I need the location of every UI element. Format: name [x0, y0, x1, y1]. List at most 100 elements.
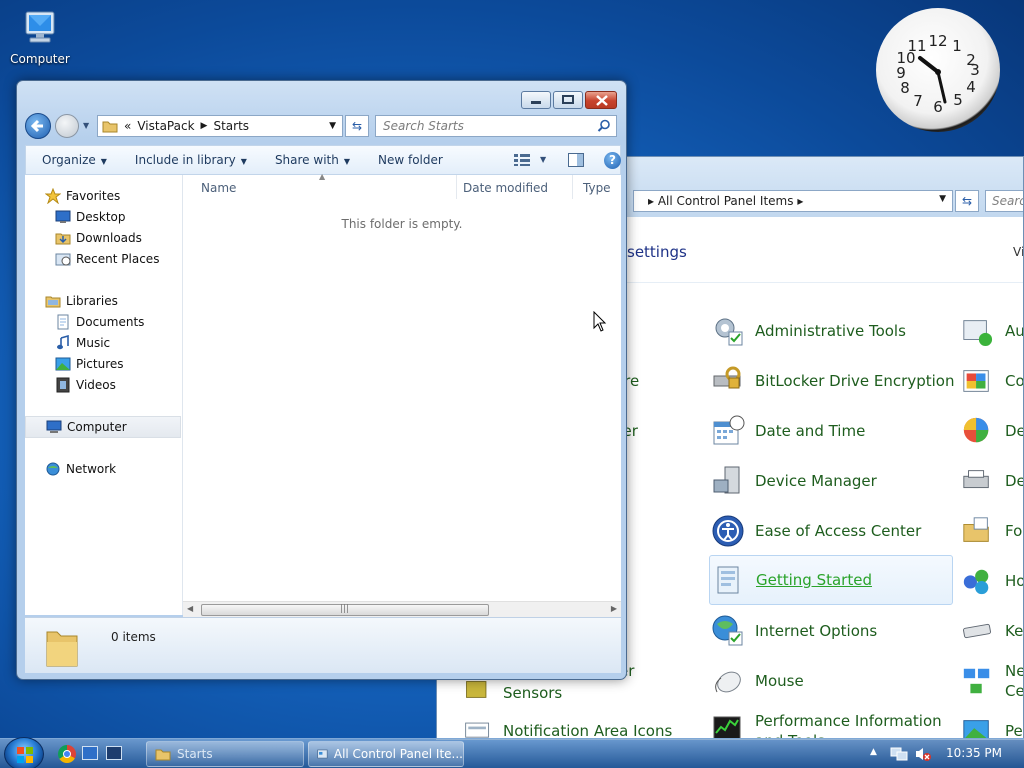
start-button[interactable] [4, 737, 44, 768]
cp-breadcrumb[interactable]: All Control Panel Items [658, 194, 794, 208]
refresh-button[interactable]: ⇆ [345, 115, 369, 137]
cp-item-homegroup[interactable]: Ho [961, 561, 1023, 601]
organize-button[interactable]: Organize ▼ [26, 153, 121, 167]
cp-item-network-center[interactable]: Ne Ce [961, 661, 1023, 701]
horizontal-scrollbar[interactable]: ◀ ||| ▶ [183, 601, 621, 617]
sensors-icon [466, 681, 487, 698]
cp-item-default-programs[interactable]: De [961, 411, 1023, 451]
desktop-computer-label: Computer [10, 52, 70, 66]
search-icon [597, 119, 610, 132]
back-button[interactable] [25, 113, 51, 139]
mouse-icon [715, 671, 741, 693]
preview-pane-button[interactable] [568, 153, 584, 170]
cp-page-title: settings [627, 243, 687, 261]
views-button[interactable] [514, 154, 530, 169]
column-header-name[interactable]: Name ▲ [191, 172, 457, 199]
share-with-button[interactable]: Share with ▼ [261, 153, 364, 167]
calendar-clock-icon [713, 415, 745, 445]
close-button[interactable] [585, 91, 617, 109]
volume-muted-icon[interactable] [914, 746, 932, 762]
nav-computer[interactable]: Computer [25, 416, 181, 438]
cp-item-color-management[interactable]: Co [961, 361, 1023, 401]
recent-places-icon [55, 253, 71, 266]
notification-icon [465, 722, 490, 738]
nav-network[interactable]: Network [45, 459, 116, 479]
folder-options-icon [963, 517, 989, 542]
new-folder-button[interactable]: New folder [364, 153, 457, 167]
tray-expand-icon[interactable]: ▲ [870, 747, 877, 757]
scrollbar-thumb[interactable]: ||| [201, 604, 489, 616]
back-arrow-icon [30, 119, 43, 133]
clock-gadget[interactable]: 12 1 2 3 4 5 6 7 8 9 10 11 [876, 8, 1000, 132]
taskbar-item-control-panel[interactable]: All Control Panel Ite... [308, 741, 464, 767]
nav-libraries[interactable]: Libraries [45, 291, 118, 311]
column-header-date[interactable]: Date modified [453, 175, 573, 199]
column-header-type[interactable]: Type [573, 175, 621, 199]
breadcrumb-overflow[interactable]: « [124, 119, 131, 133]
control-panel-address-bar[interactable]: ▸ All Control Panel Items ▸ ▼ [633, 190, 953, 212]
cp-refresh-button[interactable]: ⇆ [955, 190, 979, 212]
breadcrumb-vistapack[interactable]: VistaPack [137, 119, 194, 133]
autoplay-icon [963, 320, 993, 347]
cp-item-autoplay[interactable]: Au [961, 311, 1023, 351]
cp-item-devices-printers[interactable]: De [961, 461, 1023, 501]
help-icon[interactable]: ? [604, 152, 621, 169]
chrome-icon[interactable] [58, 745, 76, 763]
search-input[interactable]: Search Starts [375, 115, 617, 137]
computer-icon [20, 8, 60, 48]
clock-number: 7 [913, 92, 923, 110]
ease-of-access-icon [712, 515, 744, 547]
cp-address-dropdown-icon[interactable]: ▼ [939, 194, 946, 204]
cp-item-bitlocker[interactable]: BitLocker Drive Encryption [711, 361, 954, 401]
nav-favorites[interactable]: Favorites [45, 186, 120, 206]
nav-music[interactable]: Music [55, 333, 110, 353]
nav-recent-places[interactable]: Recent Places [55, 249, 159, 269]
cp-item-mouse[interactable]: Mouse [711, 661, 804, 701]
file-list[interactable]: Name ▲ Date modified Type This folder is… [183, 172, 621, 601]
default-programs-icon [963, 417, 989, 443]
scroll-right-icon[interactable]: ▶ [611, 604, 617, 613]
cp-item-internet-options[interactable]: Internet Options [711, 611, 877, 651]
nav-downloads[interactable]: Downloads [55, 228, 142, 248]
cp-search-input[interactable]: Searc [985, 190, 1023, 212]
cp-item-date-and-time[interactable]: Date and Time [711, 411, 865, 451]
tray-clock[interactable]: 10:35 PM [946, 746, 1002, 760]
item-count: 0 items [111, 630, 156, 644]
desktop-computer-icon[interactable]: Computer [6, 8, 74, 66]
scroll-left-icon[interactable]: ◀ [187, 604, 193, 613]
views-dropdown-icon[interactable]: ▼ [540, 155, 546, 164]
cp-item-device-manager[interactable]: Device Manager [711, 461, 877, 501]
network-tray-icon[interactable] [890, 746, 908, 762]
cp-breadcrumb-arrow-icon[interactable]: ▸ [797, 194, 803, 208]
cp-item-performance[interactable]: Performance Information and Tools [711, 711, 942, 739]
include-in-library-button[interactable]: Include in library ▼ [121, 153, 261, 167]
cp-item-ease-of-access[interactable]: Ease of Access Center [711, 511, 921, 551]
cp-item-getting-started[interactable]: Getting Started [709, 555, 953, 605]
explorer-window[interactable]: ▼ « VistaPack ▶ Starts ▼ ⇆ Search Starts… [16, 80, 627, 680]
address-bar[interactable]: « VistaPack ▶ Starts ▼ [97, 115, 343, 137]
switch-windows-icon[interactable] [106, 746, 122, 760]
show-desktop-icon[interactable] [82, 746, 98, 760]
taskbar-item-starts[interactable]: Starts [146, 741, 304, 767]
forward-button[interactable] [55, 114, 79, 138]
cp-item-notification-area[interactable]: Notification Area Icons [463, 711, 672, 739]
breadcrumb-arrow-icon[interactable]: ▶ [201, 121, 208, 131]
nav-desktop[interactable]: Desktop [55, 207, 126, 227]
cp-item-folder-options[interactable]: Fo [961, 511, 1022, 551]
clock-number: 4 [966, 78, 976, 96]
cp-item-administrative-tools[interactable]: Administrative Tools [711, 311, 906, 351]
performance-icon [713, 716, 741, 739]
minimize-button[interactable] [521, 91, 551, 109]
homegroup-icon [963, 569, 989, 595]
maximize-button[interactable] [553, 91, 583, 109]
address-dropdown-icon[interactable]: ▼ [329, 121, 336, 131]
cp-item-personalization[interactable]: Pe [961, 711, 1023, 739]
cp-view-by-label[interactable]: Vi [1013, 245, 1023, 259]
nav-pictures[interactable]: Pictures [55, 354, 124, 374]
nav-documents[interactable]: Documents [55, 312, 144, 332]
preview-pane-icon [568, 153, 584, 167]
breadcrumb-starts[interactable]: Starts [213, 119, 249, 133]
cp-item-keyboard[interactable]: Ke [961, 611, 1023, 651]
recent-pages-dropdown-icon[interactable]: ▼ [83, 121, 89, 130]
nav-videos[interactable]: Videos [55, 375, 116, 395]
